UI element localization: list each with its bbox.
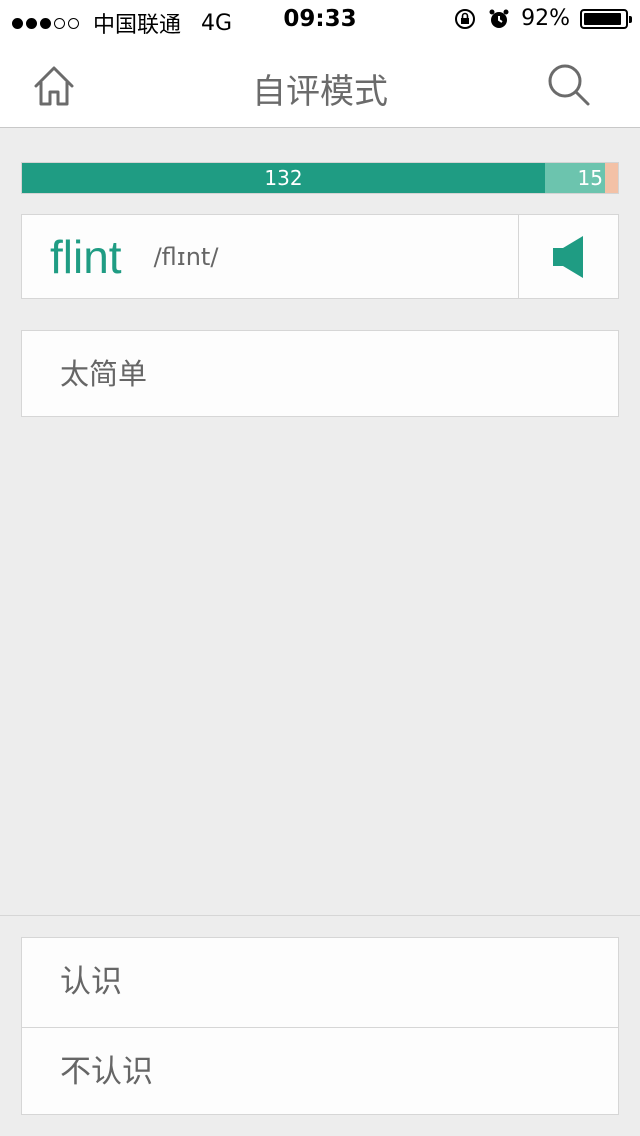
dont-know-button[interactable]: 不认识 [22, 1027, 618, 1116]
word-card: flint /flɪnt/ [21, 214, 619, 299]
battery-percent: 92% [521, 6, 570, 31]
status-bar: 中国联通 4G 09:33 92% [0, 0, 640, 40]
divider [0, 915, 640, 916]
search-icon [548, 64, 590, 106]
known-count-segment: 132 [22, 163, 545, 193]
answer-actions: 认识 不认识 [21, 937, 619, 1115]
rotation-lock-icon [455, 8, 476, 29]
know-button[interactable]: 认识 [22, 938, 618, 1027]
progress-bar: 132 15 [21, 162, 619, 194]
word-main: flint /flɪnt/ [22, 215, 518, 298]
word-phonetic: /flɪnt/ [153, 242, 219, 271]
alarm-icon [489, 9, 509, 28]
search-button[interactable] [544, 60, 594, 110]
unsure-count-segment: 15 [545, 163, 605, 193]
unknown-count-segment [605, 163, 618, 193]
speaker-icon [552, 235, 583, 278]
difficulty-option[interactable]: 太简单 [21, 330, 619, 417]
status-right: 92% [453, 6, 632, 31]
word-text: flint [50, 230, 122, 283]
nav-bar: 自评模式 [0, 40, 640, 128]
pronounce-button[interactable] [518, 215, 618, 298]
battery-icon [580, 8, 632, 29]
